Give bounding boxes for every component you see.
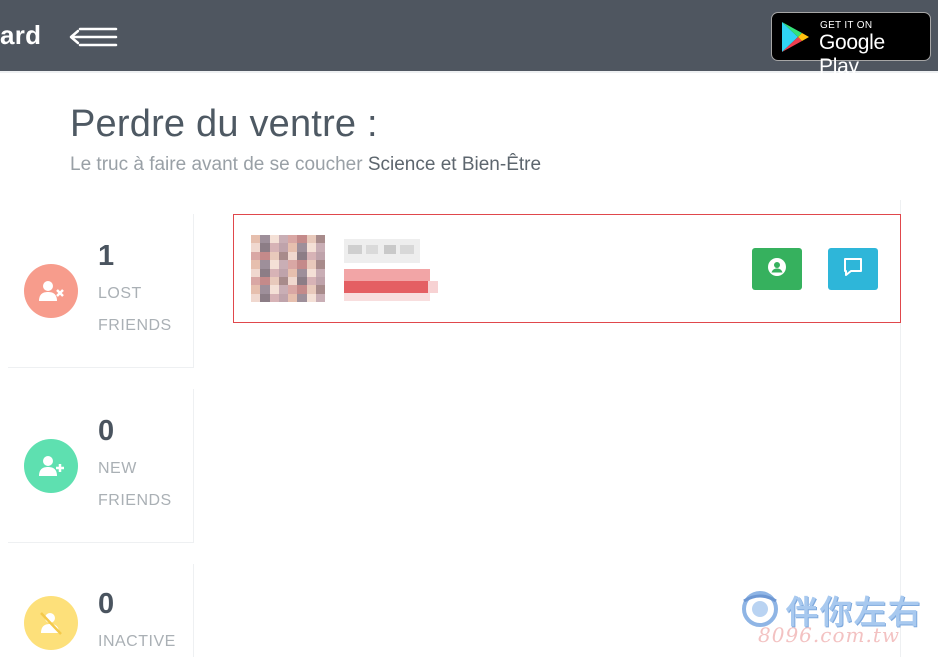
stat-card-new-friends[interactable]: 0 NEW FRIENDS xyxy=(8,389,194,543)
avatar-pixel xyxy=(297,235,307,244)
avatar-pixel xyxy=(306,235,316,244)
avatar-pixel xyxy=(269,235,279,244)
avatar-pixel xyxy=(315,293,325,302)
avatar-pixel xyxy=(288,293,298,302)
avatar-pixel xyxy=(306,277,316,286)
blurred-avatar xyxy=(251,235,325,302)
avatar-pixel xyxy=(288,268,298,277)
avatar-pixel xyxy=(260,293,270,302)
send-message-button[interactable] xyxy=(828,248,878,290)
stat-count: 0 xyxy=(98,588,115,620)
avatar-pixel xyxy=(278,268,288,277)
user-circle-icon xyxy=(767,257,787,282)
avatar-pixel xyxy=(288,235,298,244)
avatar-pixel xyxy=(278,251,288,261)
avatar-pixel xyxy=(315,251,325,261)
avatar-pixel xyxy=(260,235,270,244)
avatar-pixel xyxy=(278,243,288,252)
avatar-pixel xyxy=(278,277,288,286)
avatar-pixel xyxy=(260,277,270,286)
top-navbar: ard GET IT ON Google Play xyxy=(0,0,938,78)
stat-count: 1 xyxy=(98,240,115,272)
avatar-pixel xyxy=(278,260,288,269)
avatar-pixel xyxy=(260,251,270,261)
avatar-pixel xyxy=(269,251,279,261)
store-badge-small-text: GET IT ON xyxy=(820,20,873,31)
avatar-pixel xyxy=(315,260,325,269)
subtitle-category[interactable]: Science et Bien-Être xyxy=(368,154,541,175)
avatar-pixel xyxy=(306,260,316,269)
avatar-pixel xyxy=(278,285,288,294)
avatar-pixel xyxy=(306,293,316,302)
avatar-pixel xyxy=(278,293,288,302)
stat-label-line2: FRIENDS xyxy=(98,317,172,334)
page-title: Perdre du ventre : xyxy=(70,103,378,145)
avatar-pixel xyxy=(251,235,261,244)
stat-card-lost-friends[interactable]: 1 LOST FRIENDS xyxy=(8,214,194,368)
avatar-pixel xyxy=(251,268,261,277)
avatar-pixel xyxy=(251,243,261,252)
avatar-pixel xyxy=(315,235,325,244)
friend-list-item[interactable] xyxy=(233,214,901,323)
avatar-pixel xyxy=(315,268,325,277)
stat-label-line1: NEW xyxy=(98,460,137,477)
user-add-icon xyxy=(24,439,78,493)
avatar-pixel xyxy=(251,260,261,269)
avatar-pixel xyxy=(288,243,298,252)
avatar-pixel xyxy=(260,268,270,277)
stat-label-line1: INACTIVE xyxy=(98,633,176,650)
google-play-badge[interactable]: GET IT ON Google Play xyxy=(771,12,931,78)
blurred-friend-name xyxy=(344,239,444,305)
avatar-pixel xyxy=(288,277,298,286)
avatar-pixel xyxy=(297,260,307,269)
user-inactive-icon xyxy=(24,596,78,650)
avatar-pixel xyxy=(288,251,298,261)
watermark: 伴你左右 8096.com.tw xyxy=(738,585,934,655)
avatar-pixel xyxy=(315,277,325,286)
watermark-subtext: 8096.com.tw xyxy=(758,623,900,647)
avatar-pixel xyxy=(269,277,279,286)
avatar-pixel xyxy=(260,243,270,252)
avatar-pixel xyxy=(251,251,261,261)
avatar-pixel xyxy=(288,285,298,294)
subtitle-text: Le truc à faire avant de se coucher xyxy=(70,154,363,175)
user-remove-icon xyxy=(24,264,78,318)
avatar-pixel xyxy=(269,243,279,252)
avatar-pixel xyxy=(269,268,279,277)
avatar-pixel xyxy=(315,285,325,294)
avatar-pixel xyxy=(297,277,307,286)
menu-back-icon[interactable] xyxy=(66,24,120,50)
avatar-pixel xyxy=(269,285,279,294)
avatar-pixel xyxy=(269,260,279,269)
avatar-pixel xyxy=(297,293,307,302)
avatar-pixel xyxy=(251,285,261,294)
google-play-icon xyxy=(781,21,811,58)
avatar-pixel xyxy=(306,251,316,261)
avatar-pixel xyxy=(297,251,307,261)
avatar-pixel xyxy=(260,260,270,269)
avatar-pixel xyxy=(306,268,316,277)
avatar-pixel xyxy=(251,293,261,302)
avatar-pixel xyxy=(251,277,261,286)
brand-title[interactable]: ard xyxy=(0,20,41,51)
stat-label-line2: FRIENDS xyxy=(98,492,172,509)
avatar-pixel xyxy=(288,260,298,269)
avatar-pixel xyxy=(297,243,307,252)
stat-label-line1: LOST xyxy=(98,285,142,302)
stat-count: 0 xyxy=(98,415,115,447)
avatar-pixel xyxy=(306,285,316,294)
avatar-pixel xyxy=(297,268,307,277)
avatar-pixel xyxy=(278,235,288,244)
view-profile-button[interactable] xyxy=(752,248,802,290)
page-subtitle: Le truc à faire avant de se coucher Scie… xyxy=(70,154,541,176)
stat-card-inactive[interactable]: 0 INACTIVE xyxy=(8,564,194,657)
avatar-pixel xyxy=(306,243,316,252)
avatar-pixel xyxy=(315,243,325,252)
avatar-pixel xyxy=(260,285,270,294)
store-badge-big-text: Google Play xyxy=(819,31,885,78)
avatar-pixel xyxy=(297,285,307,294)
avatar-pixel xyxy=(269,293,279,302)
chat-bubble-icon xyxy=(843,257,863,282)
